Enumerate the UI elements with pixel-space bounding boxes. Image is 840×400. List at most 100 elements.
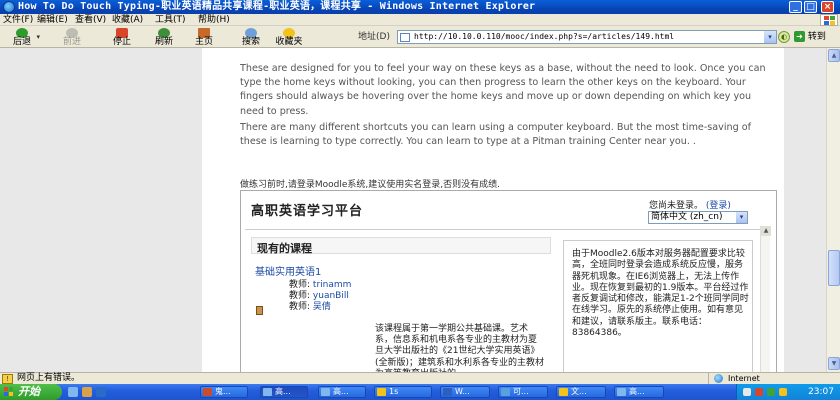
right-margin: [784, 48, 826, 372]
windows-flag-icon: [4, 387, 14, 397]
language-value: 简体中文 (zh_cn): [651, 212, 723, 222]
courses-header: 现有的课程: [251, 237, 551, 255]
chevron-down-icon: ▾: [36, 33, 40, 41]
url-text[interactable]: http://10.10.0.110/mooc/index.php?s=/art…: [414, 31, 674, 43]
left-margin: [0, 48, 202, 372]
folder-icon: [559, 388, 568, 396]
window-title: How To Do Touch Typing-职业英语精品共享课程-职业英语，课…: [18, 1, 536, 12]
back-label: 后退: [12, 37, 31, 47]
system-tray: 23:07: [736, 384, 840, 400]
refresh-label: 刷新: [154, 37, 173, 47]
taskbar-item-label: 鬼...: [215, 387, 231, 396]
courses-heading: 现有的课程: [257, 242, 312, 255]
close-button[interactable]: ×: [821, 1, 834, 13]
tray-app-icon[interactable]: [767, 388, 775, 396]
compatibility-icon[interactable]: ◐: [778, 31, 790, 43]
clock: 23:07: [808, 387, 834, 397]
menu-edit[interactable]: 编辑(E): [37, 14, 68, 26]
scroll-down-button[interactable]: ▼: [828, 357, 840, 370]
taskbar-item[interactable]: 文...: [556, 386, 606, 398]
taskbar-item-label: 文...: [571, 387, 587, 396]
scroll-thumb[interactable]: [828, 250, 840, 286]
folder-icon: [377, 388, 386, 396]
minimize-button[interactable]: _: [789, 1, 802, 13]
teacher-role: 教师:: [289, 302, 311, 312]
taskbar-item[interactable]: 高...: [260, 386, 308, 398]
windows-logo-icon: [820, 14, 838, 26]
address-label: 地址(D): [358, 32, 390, 42]
warning-icon[interactable]: !: [2, 374, 13, 384]
taskbar-item-label: 高...: [629, 387, 645, 396]
security-zone: Internet: [708, 373, 840, 384]
taskbar-item-label: W...: [455, 387, 470, 396]
quick-launch-folder-icon[interactable]: [82, 387, 92, 397]
app-icon: [203, 388, 212, 396]
menu-file[interactable]: 文件(F): [3, 14, 33, 26]
stop-label: 停止: [112, 37, 131, 47]
start-label: 开始: [18, 385, 40, 398]
course-link[interactable]: 基础实用英语1: [255, 263, 321, 278]
volume-icon[interactable]: [779, 388, 787, 396]
menu-favorites[interactable]: 收藏(A): [112, 14, 143, 26]
language-select[interactable]: 简体中文 (zh_cn) ▾: [648, 211, 748, 224]
login-note: 做练习前时,请登录Moodle系统,建议使用实名登录,否则没有成绩.: [240, 180, 500, 190]
taskbar-item[interactable]: 高...: [614, 386, 664, 398]
maximize-button[interactable]: □: [804, 1, 817, 13]
scroll-up-button[interactable]: ▲: [828, 49, 840, 62]
taskbar-item[interactable]: 1s: [374, 386, 432, 398]
forward-button[interactable]: 前进: [56, 27, 88, 47]
search-button[interactable]: 搜索: [238, 27, 264, 47]
quick-launch-ie-icon[interactable]: [68, 387, 78, 397]
refresh-button[interactable]: 刷新: [150, 27, 178, 47]
taskbar-item[interactable]: 可...: [498, 386, 548, 398]
login-status: 您尚未登录。: [649, 201, 704, 211]
page-scrollbar[interactable]: ▲ ▼: [826, 48, 840, 372]
home-button[interactable]: 主页: [190, 27, 218, 47]
back-button[interactable]: 后退 ▾: [4, 27, 40, 47]
menu-view[interactable]: 查看(V): [75, 14, 106, 26]
course-summary: 该课程属于第一学期公共基础课。艺术系，信息系和机电系各专业的主教材为夏旦大学出版…: [375, 324, 545, 372]
go-button[interactable]: ➜ 转到: [794, 30, 826, 44]
teacher-link[interactable]: 吴倩: [313, 302, 331, 312]
menu-tools[interactable]: 工具(T): [155, 14, 186, 26]
ie-icon: [3, 1, 15, 13]
taskbar-item-label: 高...: [275, 387, 291, 396]
globe-icon: [714, 374, 723, 383]
taskbar: 开始 鬼... 高... 高... 1s W... 可... 文... 高...: [0, 384, 840, 400]
status-bar: ! 网页上有错误。 Internet: [0, 372, 840, 384]
taskbar-item-label: 可...: [513, 387, 529, 396]
ie-icon: [321, 388, 330, 396]
quick-launch-desktop-icon[interactable]: [96, 387, 106, 397]
page-icon: [400, 33, 410, 42]
favorites-button[interactable]: 收藏夹: [272, 27, 306, 47]
chevron-down-icon: ▾: [736, 212, 747, 223]
start-button[interactable]: 开始: [0, 384, 62, 400]
site-title: 高职英语学习平台: [251, 204, 364, 219]
header-divider: [245, 229, 760, 230]
article-paragraph-2: There are many different shortcuts you c…: [240, 122, 751, 148]
address-bar[interactable]: http://10.10.0.110/mooc/index.php?s=/art…: [397, 30, 777, 44]
network-icon[interactable]: [743, 388, 751, 396]
address-dropdown-icon[interactable]: ▾: [764, 31, 776, 43]
article-page: These are designed for you to feel your …: [202, 48, 784, 372]
zone-label: Internet: [728, 374, 760, 383]
stop-button[interactable]: 停止: [108, 27, 136, 47]
status-message[interactable]: 网页上有错误。: [17, 373, 80, 384]
menu-help[interactable]: 帮助(H): [198, 14, 230, 26]
ie-icon: [617, 388, 626, 396]
taskbar-item[interactable]: 高...: [318, 386, 366, 398]
taskbar-item[interactable]: 鬼...: [200, 386, 248, 398]
go-arrow-icon: ➜: [794, 31, 805, 42]
app-icon: [501, 388, 510, 396]
login-link[interactable]: (登录): [706, 201, 731, 211]
favorites-label: 收藏夹: [275, 37, 303, 47]
go-label: 转到: [807, 32, 826, 42]
scroll-up-icon[interactable]: ▲: [761, 226, 771, 236]
course-info-icon[interactable]: [256, 306, 263, 315]
iframe-scrollbar[interactable]: ▲: [760, 226, 771, 372]
taskbar-item[interactable]: W...: [440, 386, 490, 398]
security-icon[interactable]: [755, 388, 763, 396]
ie-icon: [263, 388, 272, 396]
search-label: 搜索: [241, 37, 260, 47]
notice-block: 由于Moodle2.6版本对服务器配置要求比较高，全班同时登录会造成系统反应慢，…: [563, 240, 753, 372]
